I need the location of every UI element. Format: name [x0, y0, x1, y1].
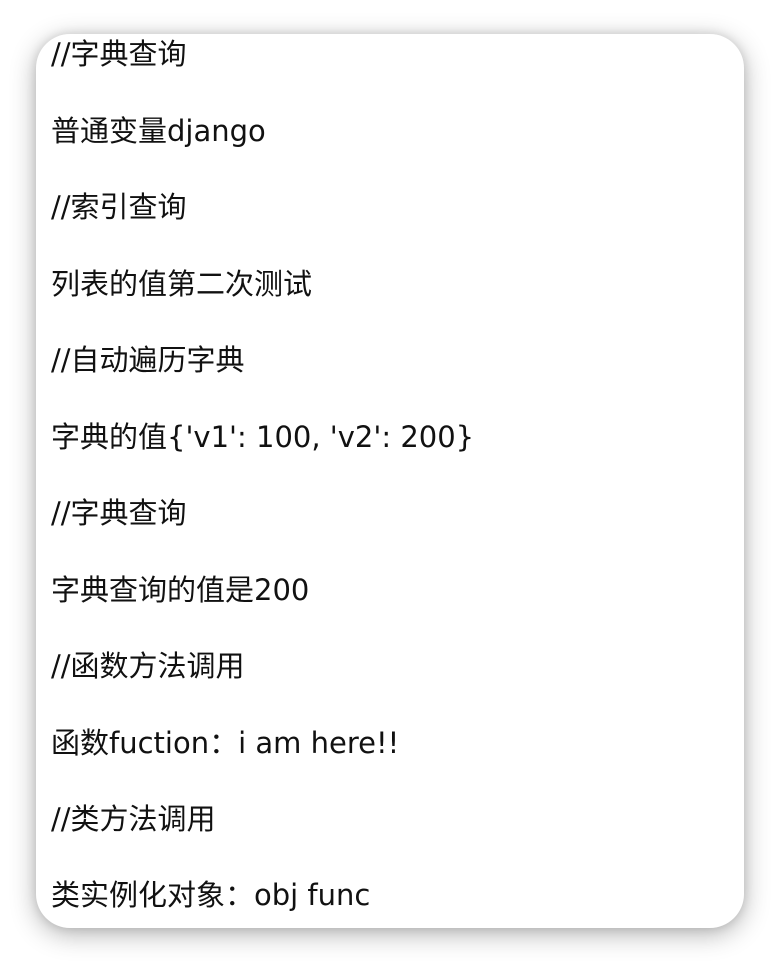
output-panel: //字典查询 普通变量django //索引查询 列表的值第二次测试 //自动遍… — [36, 34, 744, 928]
comment-dict-lookup-2: //字典查询 — [51, 496, 187, 530]
comment-auto-iterate-dict: //自动遍历字典 — [51, 343, 245, 377]
comment-class-method-call: //类方法调用 — [51, 802, 216, 836]
comment-function-call: //函数方法调用 — [51, 649, 245, 683]
text-dict-value: 字典的值{'v1': 100, 'v2': 200} — [51, 420, 475, 454]
text-plain-variable: 普通变量django — [51, 114, 266, 148]
comment-dict-lookup: //字典查询 — [51, 37, 187, 71]
text-dict-lookup-value: 字典查询的值是200 — [51, 573, 310, 607]
text-class-instance: 类实例化对象：obj func — [51, 878, 371, 912]
text-list-value: 列表的值第二次测试 — [51, 267, 313, 301]
text-function-result: 函数fuction：i am here!! — [51, 726, 400, 760]
comment-index-lookup: //索引查询 — [51, 190, 187, 224]
